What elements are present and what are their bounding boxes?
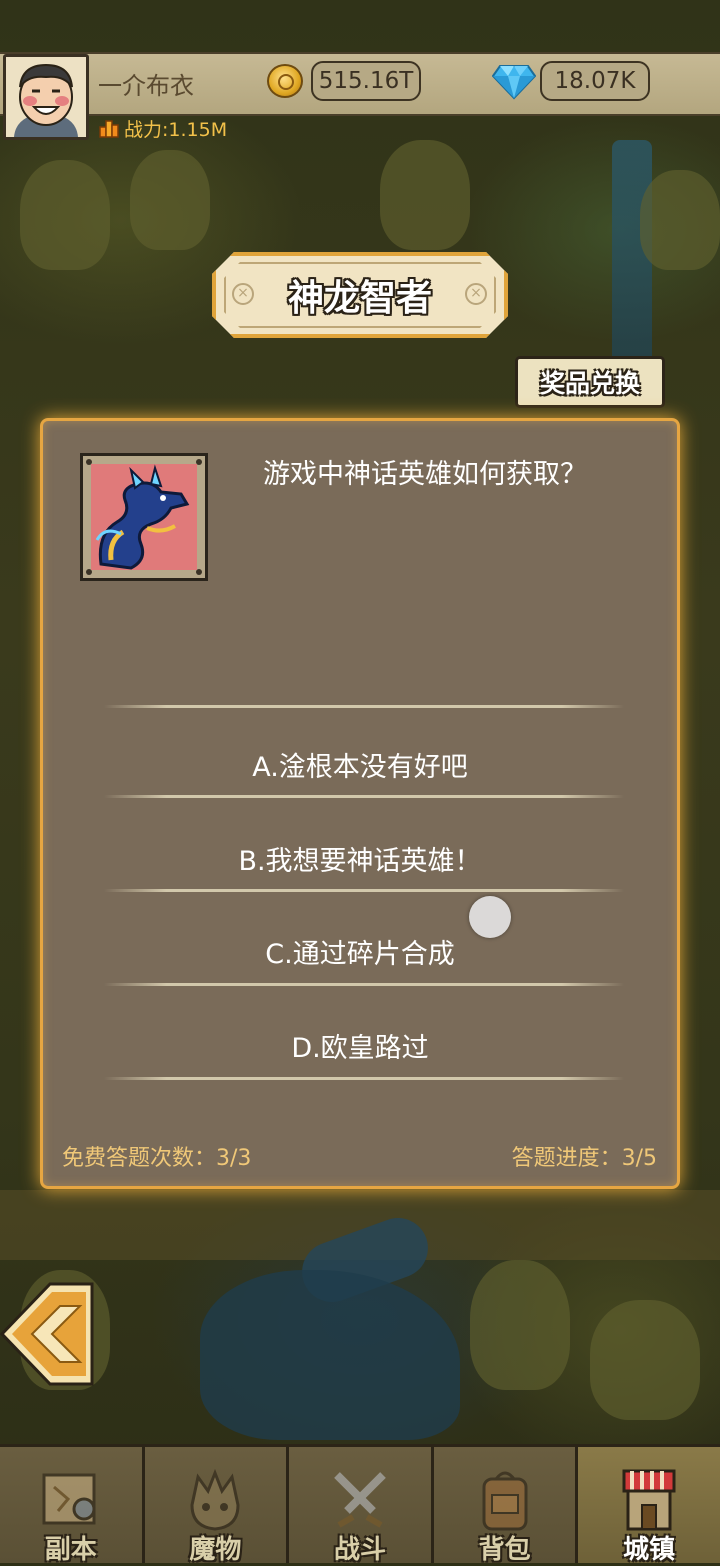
crossed-swords-icon — [334, 1472, 386, 1528]
gem-amount: 18.07K — [540, 61, 650, 101]
answer-option-c[interactable]: C.通过碎片合成 — [100, 921, 620, 981]
backpack-icon — [482, 1471, 528, 1531]
tree — [590, 1300, 700, 1420]
dragon-portrait — [80, 453, 208, 581]
dragon-icon — [91, 464, 197, 570]
power-icon — [99, 120, 119, 138]
back-arrow-icon[interactable] — [0, 1282, 96, 1386]
player-avatar[interactable] — [3, 54, 89, 140]
tab-monster[interactable]: 魔物 — [144, 1447, 290, 1565]
free-attempts-counter: 免费答题次数：3/3 — [62, 1146, 252, 1171]
touch-indicator — [469, 896, 511, 938]
tree — [470, 1260, 570, 1390]
gold-coin-icon — [267, 64, 303, 98]
quiz-question: 游戏中神话英雄如何获取？ — [263, 459, 587, 490]
tree — [130, 150, 210, 250]
answer-option-a[interactable]: A.淦根本没有好吧 — [100, 734, 620, 794]
divider — [104, 705, 624, 708]
page-title: 神龙智者 — [287, 278, 432, 319]
tree — [20, 160, 110, 270]
gold-amount: 515.16T — [311, 61, 421, 101]
tab-backpack[interactable]: 背包 — [433, 1447, 579, 1565]
player-name: 一介布衣 — [98, 72, 194, 100]
tab-label: 背包 — [478, 1535, 531, 1565]
answer-option-d[interactable]: D.欧皇路过 — [100, 1015, 620, 1075]
town-icon — [622, 1469, 676, 1531]
divider — [104, 1077, 624, 1080]
tree — [640, 170, 720, 270]
combat-power: 战力:1.15M — [98, 116, 228, 141]
river — [200, 1270, 460, 1440]
divider — [104, 983, 624, 986]
tab-label: 战斗 — [333, 1535, 386, 1565]
bottom-navigation: 副本 魔物 战斗 背包 城镇 — [0, 1444, 720, 1565]
monster-icon — [190, 1468, 240, 1531]
answer-option-b[interactable]: B.我想要神话英雄！ — [100, 828, 620, 888]
divider — [104, 795, 624, 798]
quiz-progress: 答题进度：3/5 — [511, 1146, 657, 1171]
tab-town[interactable]: 城镇 — [578, 1447, 720, 1565]
prize-exchange-button[interactable]: 奖品兑换 — [515, 356, 665, 408]
combat-power-label: 战力:1.15M — [124, 118, 228, 141]
tab-label: 魔物 — [189, 1535, 242, 1565]
tree — [380, 140, 470, 250]
map-icon — [42, 1473, 96, 1525]
divider — [104, 889, 624, 892]
diamond-icon — [492, 65, 536, 100]
tab-battle[interactable]: 战斗 — [289, 1447, 434, 1565]
tab-dungeon[interactable]: 副本 — [0, 1447, 145, 1565]
tab-label: 城镇 — [623, 1535, 676, 1565]
avatar-face-icon — [6, 57, 86, 137]
tab-label: 副本 — [44, 1535, 97, 1565]
